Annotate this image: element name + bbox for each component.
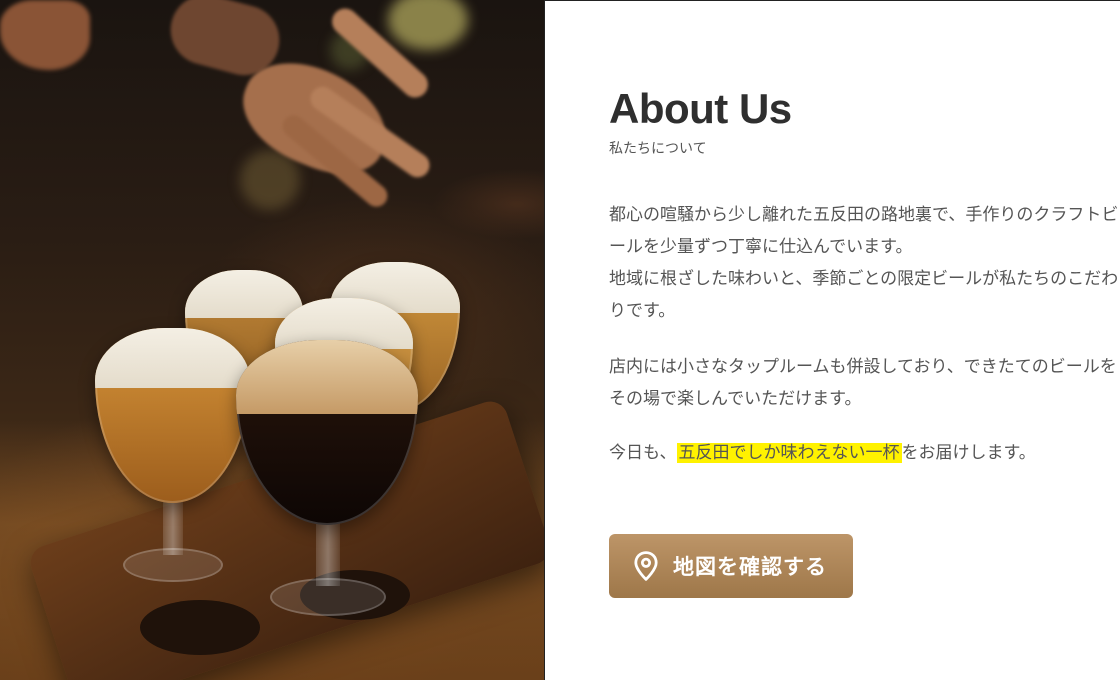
closing-text-after: をお届けします。 — [901, 443, 1036, 463]
closing-text-before: 今日も、 — [609, 443, 677, 463]
view-map-button[interactable]: 地図を確認する — [609, 534, 853, 598]
glass-stem — [316, 520, 340, 586]
about-section: About Us 私たちについて 都心の喧騒から少し離れた五反田の路地裏で、手作… — [0, 0, 1120, 680]
closing-paragraph: 今日も、 五反田でしか味わえない一杯 をお届けします。 — [609, 437, 1119, 469]
view-map-button-label: 地図を確認する — [673, 555, 827, 579]
closing-text: 今日も、 五反田でしか味わえない一杯 をお届けします。 — [609, 437, 1119, 469]
glass-base — [123, 548, 223, 582]
glass-stem — [163, 495, 183, 555]
about-content: About Us 私たちについて 都心の喧騒から少し離れた五反田の路地裏で、手作… — [544, 0, 1120, 680]
intro-line-1: 都心の喧騒から少し離れた五反田の路地裏で、手作りのクラフトビールを少量ずつ丁寧に… — [609, 205, 1119, 257]
beer-flight-photo — [0, 0, 544, 680]
second-hand — [0, 0, 90, 70]
taproom-paragraph: 店内には小さなタップルームも併設しており、できたてのビールをその場で楽しんでいた… — [609, 351, 1119, 415]
taproom-text: 店内には小さなタップルームも併設しており、できたてのビールをその場で楽しんでいた… — [609, 357, 1117, 409]
glass-base — [270, 578, 386, 616]
bokeh-light — [388, 0, 468, 50]
intro-paragraph: 都心の喧騒から少し離れた五反田の路地裏で、手作りのクラフトビールを少量ずつ丁寧に… — [609, 199, 1119, 327]
page-subtitle: 私たちについて — [609, 141, 707, 157]
about-text-block: About Us 私たちについて 都心の喧騒から少し離れた五反田の路地裏で、手作… — [609, 83, 1119, 469]
paddle-hole — [140, 600, 260, 655]
map-pin-icon — [633, 551, 659, 581]
page-title: About Us — [609, 85, 792, 132]
intro-line-2: 地域に根ざした味わいと、季節ごとの限定ビールが私たちのこだわりです。 — [609, 269, 1119, 321]
highlighted-text: 五反田でしか味わえない一杯 — [676, 443, 902, 463]
